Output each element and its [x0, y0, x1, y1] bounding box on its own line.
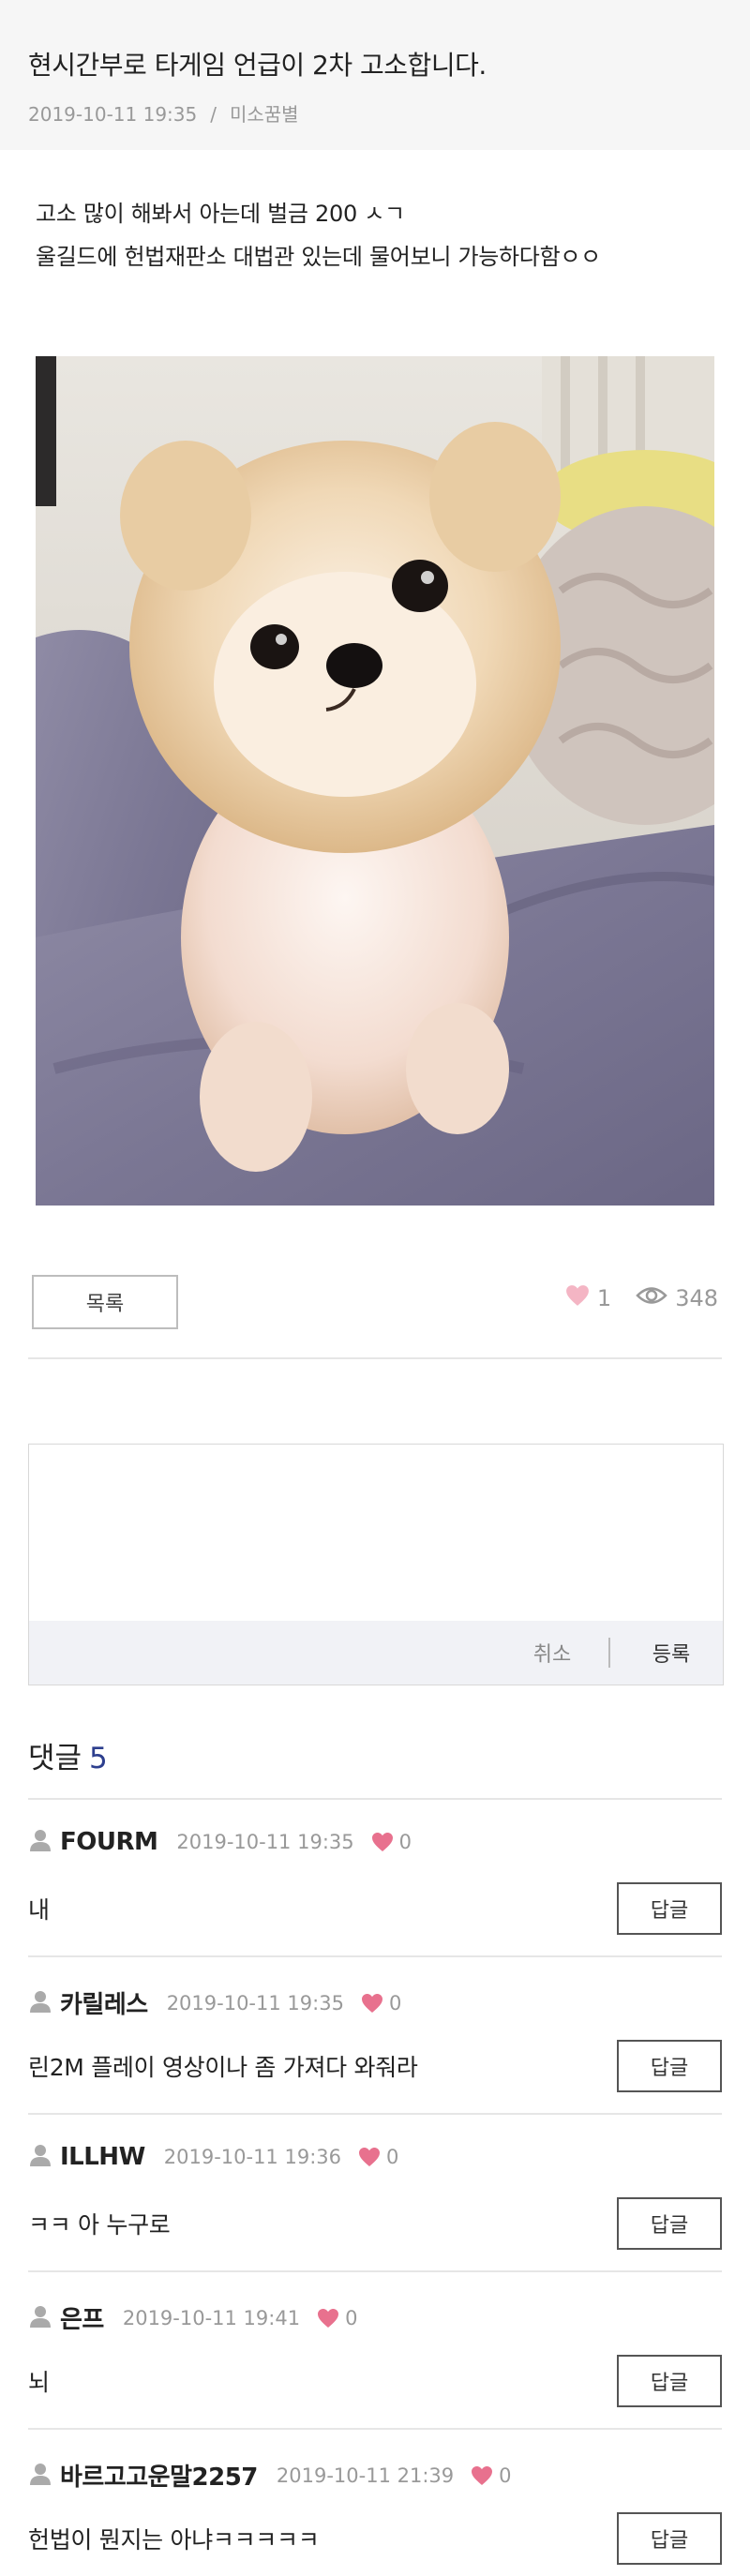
user-icon [28, 2304, 52, 2332]
like-heart-icon[interactable] [565, 1284, 590, 1312]
comment-header: FOURM 2019-10-11 19:35 0 [28, 1828, 412, 1856]
actions-separator [608, 1638, 610, 1668]
reply-button[interactable]: 답글 [617, 2197, 722, 2250]
submit-button[interactable]: 등록 [620, 1638, 723, 1668]
comment-author[interactable]: FOURM [60, 1828, 158, 1856]
heart-icon [371, 1833, 393, 1851]
heart-icon [361, 1993, 382, 2013]
comment-like[interactable]: 0 [471, 2464, 512, 2487]
post-author[interactable]: 미소꿈별 [230, 103, 299, 126]
comment-item: 바르고고운말2257 2019-10-11 21:39 0 헌법이 뭔지는 아냐… [28, 2428, 722, 2576]
comment-like-count: 0 [345, 2306, 358, 2329]
comment-like-count: 0 [386, 2146, 399, 2168]
post-body-line: 울길드에 헌법재판소 대법관 있는데 물어보니 가능하다함ㅇㅇ [36, 244, 601, 270]
heart-icon [318, 2308, 339, 2328]
cancel-button[interactable]: 취소 [505, 1638, 599, 1668]
comment-header: 카릴레스 2019-10-11 19:35 0 [28, 1985, 401, 2020]
comment-input[interactable] [29, 1445, 723, 1623]
comment-like-count: 0 [499, 2464, 512, 2487]
comment-form-actions: 취소 등록 [29, 1621, 723, 1685]
list-button[interactable]: 목록 [32, 1275, 178, 1329]
comment-header: 바르고고운말2257 2019-10-11 21:39 0 [28, 2458, 512, 2493]
comment-like[interactable]: 0 [358, 2146, 398, 2168]
comment-like-count: 0 [388, 1991, 402, 2014]
reply-button[interactable]: 답글 [617, 1882, 722, 1935]
view-count: 348 [675, 1285, 718, 1311]
reply-button[interactable]: 답글 [617, 2040, 722, 2092]
comment-item: FOURM 2019-10-11 19:35 0 내 답글 [28, 1798, 722, 1955]
comment-like[interactable]: 0 [361, 1992, 401, 2014]
comment-date: 2019-10-11 19:35 [176, 1831, 354, 1853]
post-body: 고소 많이 해봐서 아는데 벌금 200 ㅅㄱ 울길드에 헌법재판소 대법관 있… [36, 192, 601, 278]
comment-text: 뇌 [28, 2369, 50, 2396]
reply-button[interactable]: 답글 [617, 2355, 722, 2407]
post-meta: 2019-10-11 19:35 / 미소꿈별 [28, 99, 299, 127]
comment-date: 2019-10-11 19:41 [122, 2306, 301, 2329]
comment-header: 은프 2019-10-11 19:41 0 [28, 2300, 357, 2335]
post-image [36, 356, 714, 1206]
comment-text: 헌법이 뭔지는 아냐ㅋㅋㅋㅋㅋ [28, 2526, 320, 2554]
comments-heading-label: 댓글 [28, 1742, 82, 1775]
reply-button[interactable]: 답글 [617, 2512, 722, 2565]
like-count: 1 [596, 1285, 612, 1311]
heart-icon [359, 2148, 380, 2166]
post-title: 현시간부로 타게임 언급이 2차 고소합니다. [28, 50, 487, 81]
comment-date: 2019-10-11 21:39 [276, 2464, 455, 2487]
eye-icon [636, 1285, 668, 1311]
comment-header: ILLHW 2019-10-11 19:36 0 [28, 2143, 398, 2171]
post-date: 2019-10-11 19:35 [28, 103, 198, 126]
comment-item: ILLHW 2019-10-11 19:36 0 ㅋㅋ 아 누구로 답글 [28, 2113, 722, 2270]
user-icon [28, 2143, 52, 2171]
comment-item: 카릴레스 2019-10-11 19:35 0 린2M 플레이 영상이나 좀 가… [28, 1955, 722, 2113]
comment-date: 2019-10-11 19:36 [163, 2146, 341, 2168]
comment-author[interactable]: 카릴레스 [60, 1985, 148, 2020]
user-icon [28, 1989, 52, 2017]
comment-item: 은프 2019-10-11 19:41 0 뇌 답글 [28, 2270, 722, 2428]
comment-like-count: 0 [398, 1831, 412, 1853]
comment-form: 취소 등록 [28, 1444, 724, 1685]
comment-author[interactable]: ILLHW [60, 2143, 145, 2171]
meta-separator: / [210, 103, 217, 126]
user-icon [28, 1828, 52, 1856]
heart-icon [472, 2465, 493, 2485]
comment-like[interactable]: 0 [371, 1831, 412, 1853]
post-body-line: 고소 많이 해봐서 아는데 벌금 200 ㅅㄱ [36, 201, 405, 227]
comment-text: 린2M 플레이 영상이나 좀 가져다 와줘라 [28, 2054, 418, 2081]
divider [28, 1357, 722, 1359]
comments-count: 5 [89, 1742, 108, 1775]
post-header: 현시간부로 타게임 언급이 2차 고소합니다. 2019-10-11 19:35… [0, 0, 750, 150]
comment-author[interactable]: 은프 [60, 2300, 104, 2335]
comments-heading: 댓글 5 [28, 1734, 108, 1776]
comment-date: 2019-10-11 19:35 [166, 1991, 344, 2014]
puppy-photo [36, 356, 714, 1206]
comment-like[interactable]: 0 [317, 2307, 357, 2329]
comment-author[interactable]: 바르고고운말2257 [60, 2458, 258, 2493]
comment-text: ㅋㅋ 아 누구로 [28, 2211, 171, 2239]
post-stats: 1 348 [565, 1284, 718, 1312]
user-icon [28, 2462, 52, 2490]
comment-text: 내 [28, 1896, 50, 1924]
